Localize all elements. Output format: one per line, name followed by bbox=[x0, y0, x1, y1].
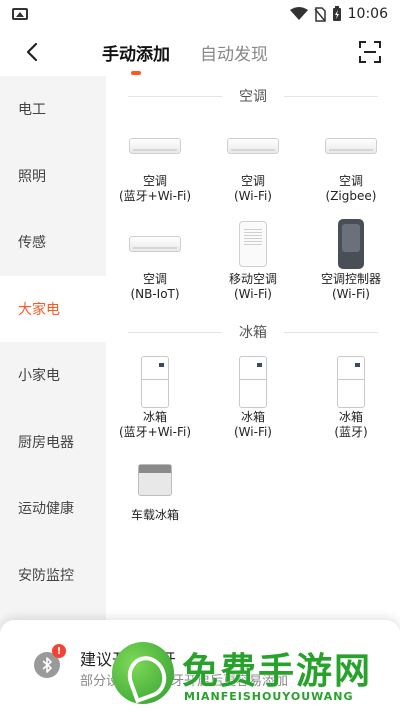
sidebar-item-label: 传感 bbox=[18, 235, 46, 252]
device-card[interactable]: 空调 (Zigbee) bbox=[302, 116, 400, 214]
device-name: 冰箱 bbox=[142, 410, 167, 424]
device-protocol: (Wi-Fi) bbox=[234, 189, 272, 203]
device-protocol: (Wi-Fi) bbox=[234, 287, 272, 301]
device-card[interactable]: 空调控制器 (Wi-Fi) bbox=[302, 214, 400, 312]
sidebar-item-label: 照明 bbox=[18, 168, 46, 185]
device-card[interactable]: 冰箱 (蓝牙) bbox=[302, 352, 400, 450]
device-card[interactable]: 空调 (蓝牙+Wi-Fi) bbox=[106, 116, 204, 214]
device-name: 空调 bbox=[338, 174, 363, 188]
device-name: 冰箱 bbox=[338, 410, 363, 424]
sidebar-item-label: 小家电 bbox=[18, 368, 60, 385]
device-name: 空调 bbox=[142, 272, 167, 286]
sidebar-item-label: 安防监控 bbox=[18, 567, 74, 584]
watermark-title: 免费手游网 bbox=[182, 651, 373, 692]
tab-manual-add[interactable]: 手动添加 bbox=[100, 40, 172, 65]
air-conditioner-icon bbox=[325, 138, 377, 154]
battery-charging-icon bbox=[332, 6, 341, 21]
refrigerator-icon bbox=[141, 356, 169, 408]
portable-air-conditioner-icon bbox=[239, 221, 267, 267]
sidebar-item-label: 电工 bbox=[18, 102, 46, 119]
device-name: 冰箱 bbox=[240, 410, 265, 424]
device-protocol: (Wi-Fi) bbox=[234, 425, 272, 439]
sidebar-item-sensors[interactable]: 传感 bbox=[0, 209, 106, 276]
device-card[interactable]: 空调 (Wi-Fi) bbox=[204, 116, 302, 214]
car-refrigerator-icon bbox=[138, 464, 172, 496]
top-bar: 手动添加 自动发现 bbox=[0, 28, 400, 76]
sidebar-item-lighting[interactable]: 照明 bbox=[0, 143, 106, 210]
device-name: 移动空调 bbox=[228, 272, 277, 286]
no-sim-icon bbox=[314, 6, 326, 22]
air-conditioner-icon bbox=[129, 138, 181, 154]
sidebar-item-kitchen[interactable]: 厨房电器 bbox=[0, 409, 106, 476]
refrigerator-icon bbox=[337, 356, 365, 408]
device-card[interactable]: 移动空调 (Wi-Fi) bbox=[204, 214, 302, 312]
air-conditioner-icon bbox=[129, 236, 181, 252]
refrigerator-icon bbox=[239, 356, 267, 408]
sidebar-item-label: 大家电 bbox=[18, 301, 60, 318]
device-protocol: (Wi-Fi) bbox=[332, 287, 370, 301]
device-protocol: (Zigbee) bbox=[325, 189, 377, 203]
device-protocol: (NB-IoT) bbox=[130, 287, 180, 301]
device-protocol: (蓝牙) bbox=[334, 425, 368, 439]
ac-controller-icon bbox=[338, 219, 364, 269]
scan-button[interactable] bbox=[358, 40, 382, 64]
section-title-ac: 空调 bbox=[106, 76, 400, 116]
wifi-icon bbox=[289, 7, 308, 20]
device-grid-ac: 空调 (蓝牙+Wi-Fi) 空调 (Wi-Fi) 空调 (Zigbee) 空调 … bbox=[106, 116, 400, 312]
status-bar: 10:06 bbox=[0, 0, 400, 28]
chevron-left-icon bbox=[26, 42, 38, 62]
section-title-fridge: 冰箱 bbox=[106, 312, 400, 352]
watermark-logo-icon bbox=[112, 642, 174, 704]
device-name: 空调控制器 bbox=[320, 272, 381, 286]
watermark-subtitle: MIANFEISHOUYOUWANG bbox=[184, 690, 354, 703]
sidebar-item-large-appliances[interactable]: 大家电 bbox=[0, 275, 106, 342]
device-card[interactable]: 空调 (NB-IoT) bbox=[106, 214, 204, 312]
air-conditioner-icon bbox=[227, 138, 279, 154]
tab-bar: 手动添加 自动发现 bbox=[100, 28, 270, 76]
device-name: 空调 bbox=[142, 174, 167, 188]
device-card[interactable]: 冰箱 (蓝牙+Wi-Fi) bbox=[106, 352, 204, 450]
watermark: 免费手游网 MIANFEISHOUYOUWANG bbox=[108, 640, 400, 711]
image-notification-icon bbox=[12, 8, 28, 20]
sidebar-item-electrical[interactable]: 电工 bbox=[0, 76, 106, 143]
tab-auto-discover[interactable]: 自动发现 bbox=[198, 40, 270, 65]
scan-icon bbox=[359, 41, 381, 63]
status-time: 10:06 bbox=[347, 6, 388, 22]
device-card[interactable]: 车载冰箱 bbox=[106, 450, 204, 548]
sidebar-item-label: 运动健康 bbox=[18, 501, 74, 518]
device-list: 空调 空调 (蓝牙+Wi-Fi) 空调 (Wi-Fi) 空调 (Zigbee) … bbox=[106, 76, 400, 636]
bluetooth-icon bbox=[42, 657, 52, 673]
sidebar-item-fitness[interactable]: 运动健康 bbox=[0, 475, 106, 542]
sidebar-item-label: 厨房电器 bbox=[18, 434, 74, 451]
sidebar-item-small-appliances[interactable]: 小家电 bbox=[0, 342, 106, 409]
alert-icon: ! bbox=[52, 644, 66, 658]
device-protocol: (蓝牙+Wi-Fi) bbox=[118, 189, 192, 203]
back-button[interactable] bbox=[18, 38, 46, 66]
device-card[interactable]: 冰箱 (Wi-Fi) bbox=[204, 352, 302, 450]
device-protocol: (蓝牙+Wi-Fi) bbox=[118, 425, 192, 439]
category-sidebar: 电工 照明 传感 大家电 小家电 厨房电器 运动健康 安防监控 bbox=[0, 76, 106, 636]
sidebar-item-security[interactable]: 安防监控 bbox=[0, 542, 106, 609]
device-name: 空调 bbox=[240, 174, 265, 188]
device-name: 车载冰箱 bbox=[130, 508, 179, 522]
device-grid-fridge: 冰箱 (蓝牙+Wi-Fi) 冰箱 (Wi-Fi) 冰箱 (蓝牙) 车载冰箱 bbox=[106, 352, 400, 548]
